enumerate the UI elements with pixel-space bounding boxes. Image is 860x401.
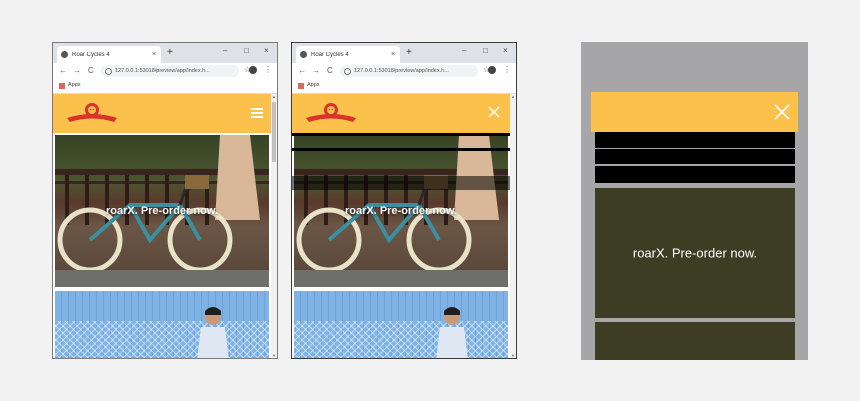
site-header bbox=[292, 94, 510, 133]
browser-window-open-menu: Roar Cycles 4 × + – □ × ← → C 127.0.0.1:… bbox=[291, 42, 517, 359]
forward-icon[interactable]: → bbox=[73, 66, 81, 76]
browser-tab[interactable]: Roar Cycles 4 × bbox=[296, 46, 400, 63]
apps-grid-icon[interactable] bbox=[298, 83, 304, 89]
menu-wireframe: roarX. Pre-order now. bbox=[581, 42, 808, 360]
address-bar[interactable]: 127.0.0.1:53018/preview/app/index.h... ☆ bbox=[340, 65, 490, 77]
new-tab-button[interactable]: + bbox=[406, 47, 412, 59]
info-icon[interactable] bbox=[344, 67, 351, 75]
tab-close-icon[interactable]: × bbox=[150, 51, 158, 58]
maximize-button[interactable]: □ bbox=[483, 46, 488, 56]
url-text: 127.0.0.1:53018/preview/app/index.h... bbox=[115, 68, 210, 74]
bookmarks-bar: Apps bbox=[53, 79, 277, 94]
person-fence-photo[interactable] bbox=[294, 291, 508, 358]
browser-window-closed-menu: Roar Cycles 4 × + – □ × ← → C 127.0.0.1:… bbox=[52, 42, 278, 359]
browser-toolbar: ← → C 127.0.0.1:53018/preview/app/index.… bbox=[53, 63, 277, 79]
apps-bookmark[interactable]: Apps bbox=[307, 82, 320, 88]
tab-title: Roar Cycles 4 bbox=[72, 51, 110, 58]
menu-kebab-icon[interactable]: ⋮ bbox=[503, 65, 511, 74]
page-viewport: roarX. Pre-order now. ▲ ▼ bbox=[53, 94, 277, 358]
info-icon[interactable] bbox=[105, 67, 112, 75]
close-window-button[interactable]: × bbox=[264, 46, 269, 56]
profile-avatar-icon[interactable] bbox=[488, 66, 496, 74]
close-window-button[interactable]: × bbox=[503, 46, 508, 56]
scroll-thumb[interactable] bbox=[272, 102, 276, 162]
tab-title: Roar Cycles 4 bbox=[311, 51, 349, 58]
back-icon[interactable]: ← bbox=[59, 66, 67, 76]
close-menu-icon[interactable] bbox=[488, 106, 500, 118]
hero-banner[interactable]: roarX. Pre-order now. bbox=[294, 135, 508, 287]
menu-kebab-icon[interactable]: ⋮ bbox=[264, 65, 272, 74]
roar-logo-icon[interactable] bbox=[304, 100, 358, 127]
person-fence-photo[interactable] bbox=[55, 291, 269, 358]
scroll-down-icon[interactable]: ▼ bbox=[510, 353, 516, 358]
hamburger-menu-icon[interactable] bbox=[251, 108, 263, 118]
wireframe-menu-item-3[interactable] bbox=[595, 166, 795, 183]
browser-toolbar: ← → C 127.0.0.1:53018/preview/app/index.… bbox=[292, 63, 516, 79]
favicon-icon bbox=[300, 51, 307, 58]
menu-item-2[interactable] bbox=[292, 148, 510, 151]
reload-icon[interactable]: C bbox=[88, 66, 94, 76]
address-bar[interactable]: 127.0.0.1:53018/preview/app/index.h... ☆ bbox=[101, 65, 251, 77]
bookmarks-bar: Apps bbox=[292, 79, 516, 94]
back-icon[interactable]: ← bbox=[298, 66, 306, 76]
menu-item-1[interactable] bbox=[292, 133, 510, 136]
title-bar: Roar Cycles 4 × + – □ × bbox=[53, 43, 277, 63]
hero-headline: roarX. Pre-order now. bbox=[344, 205, 458, 217]
close-menu-icon[interactable] bbox=[774, 104, 790, 120]
menu-item-3[interactable] bbox=[292, 176, 510, 190]
scroll-up-icon[interactable]: ▲ bbox=[271, 94, 277, 99]
new-tab-button[interactable]: + bbox=[167, 47, 173, 59]
page-scrollbar[interactable]: ▲ ▼ bbox=[271, 94, 277, 358]
scroll-up-icon[interactable]: ▲ bbox=[510, 94, 516, 99]
forward-icon[interactable]: → bbox=[312, 66, 320, 76]
wireframe-menu-item-1[interactable] bbox=[595, 132, 795, 148]
apps-grid-icon[interactable] bbox=[59, 83, 65, 89]
reload-icon[interactable]: C bbox=[327, 66, 333, 76]
page-scrollbar[interactable]: ▲ ▼ bbox=[510, 94, 516, 358]
person-figure bbox=[197, 307, 229, 358]
wireframe-menu-item-2[interactable] bbox=[595, 149, 795, 164]
browser-tab[interactable]: Roar Cycles 4 × bbox=[57, 46, 161, 63]
hero-headline: roarX. Pre-order now. bbox=[105, 205, 219, 217]
wireframe-hero-panel: roarX. Pre-order now. bbox=[595, 188, 795, 318]
person-figure bbox=[436, 307, 468, 358]
tab-close-icon[interactable]: × bbox=[389, 51, 397, 58]
favicon-icon bbox=[61, 51, 68, 58]
maximize-button[interactable]: □ bbox=[244, 46, 249, 56]
scroll-down-icon[interactable]: ▼ bbox=[271, 353, 277, 358]
profile-avatar-icon[interactable] bbox=[249, 66, 257, 74]
site-header bbox=[53, 94, 271, 133]
hero-banner[interactable]: roarX. Pre-order now. bbox=[55, 135, 269, 287]
wireframe-header bbox=[591, 92, 798, 132]
minimize-button[interactable]: – bbox=[223, 46, 227, 56]
wireframe-second-panel bbox=[595, 322, 795, 360]
page-viewport: roarX. Pre-order now. ▲ ▼ bbox=[292, 94, 516, 358]
title-bar: Roar Cycles 4 × + – □ × bbox=[292, 43, 516, 63]
wireframe-hero-text: roarX. Pre-order now. bbox=[632, 245, 758, 261]
url-text: 127.0.0.1:53018/preview/app/index.h... bbox=[354, 68, 449, 74]
minimize-button[interactable]: – bbox=[462, 46, 466, 56]
apps-bookmark[interactable]: Apps bbox=[68, 82, 81, 88]
roar-logo-icon[interactable] bbox=[65, 100, 119, 127]
